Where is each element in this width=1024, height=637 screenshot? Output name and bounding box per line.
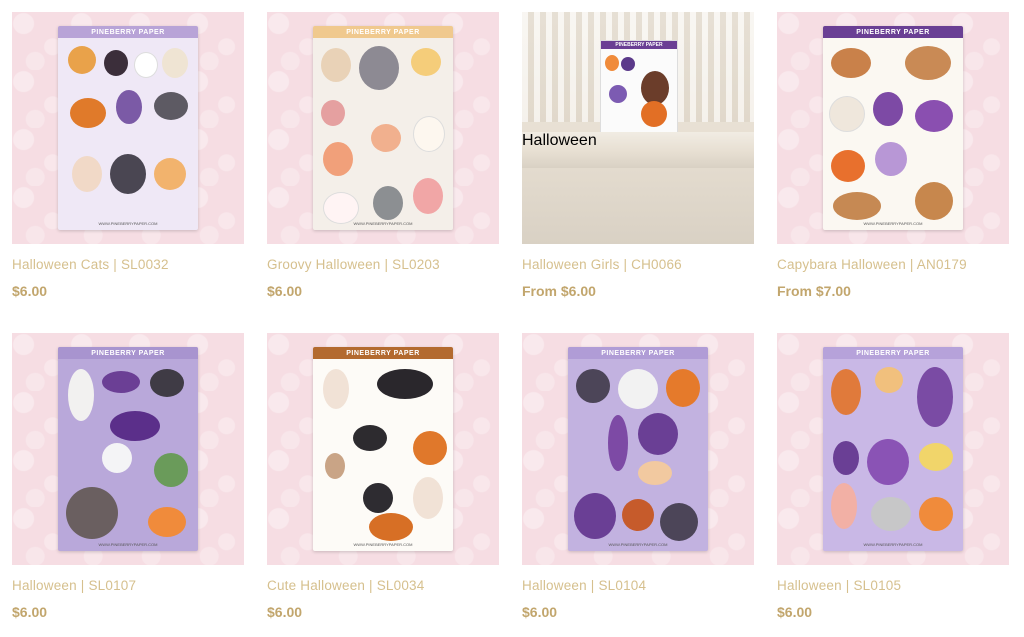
sticker-sheet: PINEBERRY PAPER WWW.PINEBERRYPAPER.COM (823, 347, 963, 551)
product-price: From $6.00 (522, 283, 596, 299)
product-title[interactable]: Halloween | SL0104 (522, 578, 754, 593)
sheet-brand-label: PINEBERRY PAPER (313, 347, 453, 359)
product-price: From $7.00 (777, 283, 851, 299)
product-image[interactable]: PINEBERRY PAPER WWW.PINEBERRYPAPER.COM (267, 12, 499, 244)
sheet-brand-label: PINEBERRY PAPER (568, 347, 708, 359)
product-price: $6.00 (777, 604, 813, 620)
product-image[interactable]: PINEBERRY PAPER WWW.PINEBERRYPAPER.COM (12, 12, 244, 244)
product-image[interactable]: PINEBERRY PAPER WWW.PINEBERRYPAPER.COM (267, 333, 499, 565)
product-title[interactable]: Cute Halloween | SL0034 (267, 578, 499, 593)
product-title[interactable]: Halloween | SL0105 (777, 578, 1009, 593)
product-price: $6.00 (267, 283, 303, 299)
banner-label: Halloween (522, 132, 754, 168)
product-title[interactable]: Groovy Halloween | SL0203 (267, 257, 499, 272)
sheet-brand-label: PINEBERRY PAPER (823, 26, 963, 38)
product-card[interactable]: PINEBERRY PAPER WWW.PINEBERRYPAPER.COM H… (12, 12, 244, 299)
sticker-sheet: PINEBERRY PAPER (600, 40, 678, 134)
product-card[interactable]: PINEBERRY PAPER WWW.PINEBERRYPAPER.COM C… (267, 333, 499, 620)
product-title[interactable]: Halloween | SL0107 (12, 578, 244, 593)
product-card[interactable]: PINEBERRY PAPER WWW.PINEBERRYPAPER.COM H… (12, 333, 244, 620)
product-card[interactable]: PINEBERRY PAPER Halloween Halloween Girl… (522, 12, 754, 299)
sticker-sheet: PINEBERRY PAPER WWW.PINEBERRYPAPER.COM (58, 26, 198, 230)
sheet-brand-label: PINEBERRY PAPER (313, 26, 453, 38)
product-card[interactable]: PINEBERRY PAPER WWW.PINEBERRYPAPER.COM H… (777, 333, 1009, 620)
product-grid: PINEBERRY PAPER WWW.PINEBERRYPAPER.COM H… (0, 0, 1024, 637)
sticker-sheet: PINEBERRY PAPER WWW.PINEBERRYPAPER.COM (313, 26, 453, 230)
sticker-sheet: PINEBERRY PAPER WWW.PINEBERRYPAPER.COM (568, 347, 708, 551)
product-card[interactable]: PINEBERRY PAPER WWW.PINEBERRYPAPER.COM G… (267, 12, 499, 299)
product-card[interactable]: PINEBERRY PAPER WWW.PINEBERRYPAPER.COM C… (777, 12, 1009, 299)
product-title[interactable]: Halloween Girls | CH0066 (522, 257, 754, 272)
sheet-brand-label: PINEBERRY PAPER (823, 347, 963, 359)
product-title[interactable]: Capybara Halloween | AN0179 (777, 257, 1009, 272)
product-image[interactable]: PINEBERRY PAPER WWW.PINEBERRYPAPER.COM (522, 333, 754, 565)
product-image[interactable]: PINEBERRY PAPER Halloween (522, 12, 754, 244)
product-title[interactable]: Halloween Cats | SL0032 (12, 257, 244, 272)
product-price: $6.00 (522, 604, 558, 620)
product-price: $6.00 (12, 283, 48, 299)
sheet-brand-label: PINEBERRY PAPER (601, 41, 677, 49)
sticker-sheet: PINEBERRY PAPER WWW.PINEBERRYPAPER.COM (58, 347, 198, 551)
product-price: $6.00 (267, 604, 303, 620)
sticker-sheet: PINEBERRY PAPER WWW.PINEBERRYPAPER.COM (823, 26, 963, 230)
product-image[interactable]: PINEBERRY PAPER WWW.PINEBERRYPAPER.COM (777, 333, 1009, 565)
product-card[interactable]: PINEBERRY PAPER WWW.PINEBERRYPAPER.COM H… (522, 333, 754, 620)
product-image[interactable]: PINEBERRY PAPER WWW.PINEBERRYPAPER.COM (777, 12, 1009, 244)
sheet-brand-label: PINEBERRY PAPER (58, 347, 198, 359)
sheet-brand-label: PINEBERRY PAPER (58, 26, 198, 38)
product-image[interactable]: PINEBERRY PAPER WWW.PINEBERRYPAPER.COM (12, 333, 244, 565)
product-price: $6.00 (12, 604, 48, 620)
sticker-sheet: PINEBERRY PAPER WWW.PINEBERRYPAPER.COM (313, 347, 453, 551)
